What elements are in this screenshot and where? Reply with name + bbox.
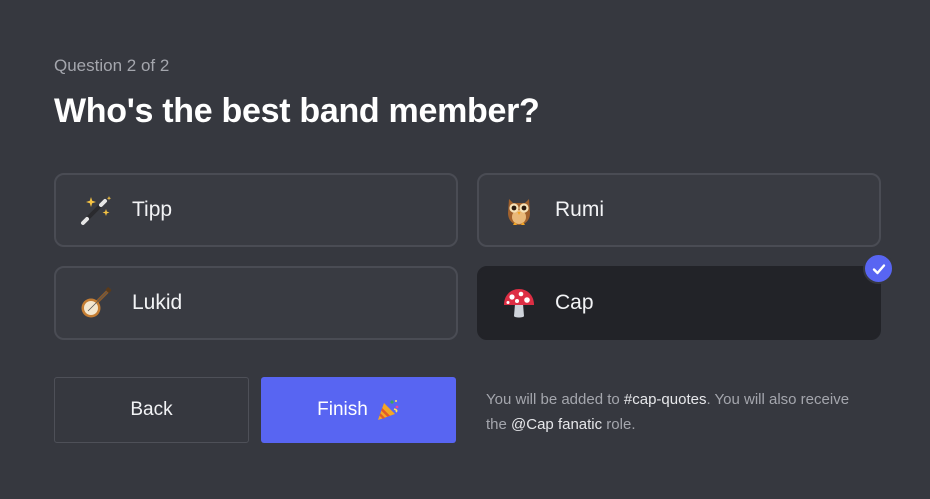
back-button[interactable]: Back [54, 377, 249, 443]
option-rumi[interactable]: Rumi [477, 173, 881, 247]
banjo-icon [78, 285, 114, 321]
option-label: Tipp [132, 198, 173, 221]
mushroom-icon [501, 285, 537, 321]
option-label: Rumi [555, 198, 605, 221]
option-cap[interactable]: Cap [477, 266, 881, 340]
role-mention: @Cap fanatic [511, 416, 603, 433]
party-popper-icon [376, 398, 400, 422]
onboarding-info-text: You will be added to #cap-quotes. You wi… [486, 387, 866, 437]
option-label: Cap [555, 291, 594, 314]
question-progress: Question 2 of 2 [54, 56, 170, 75]
option-lukid[interactable]: Lukid [54, 266, 458, 340]
magic-wand-icon [78, 192, 114, 228]
selected-check-icon [863, 253, 894, 284]
channel-mention: #cap-quotes [623, 391, 707, 408]
finish-button-label: Finish [317, 399, 368, 420]
question-title: Who's the best band member? [54, 92, 540, 130]
info-text-part: You will be added to [486, 391, 624, 408]
info-text-part: role. [602, 416, 636, 433]
option-tipp[interactable]: Tipp [54, 173, 458, 247]
finish-button[interactable]: Finish [261, 377, 456, 443]
option-label: Lukid [132, 291, 183, 314]
owl-icon [501, 192, 537, 228]
